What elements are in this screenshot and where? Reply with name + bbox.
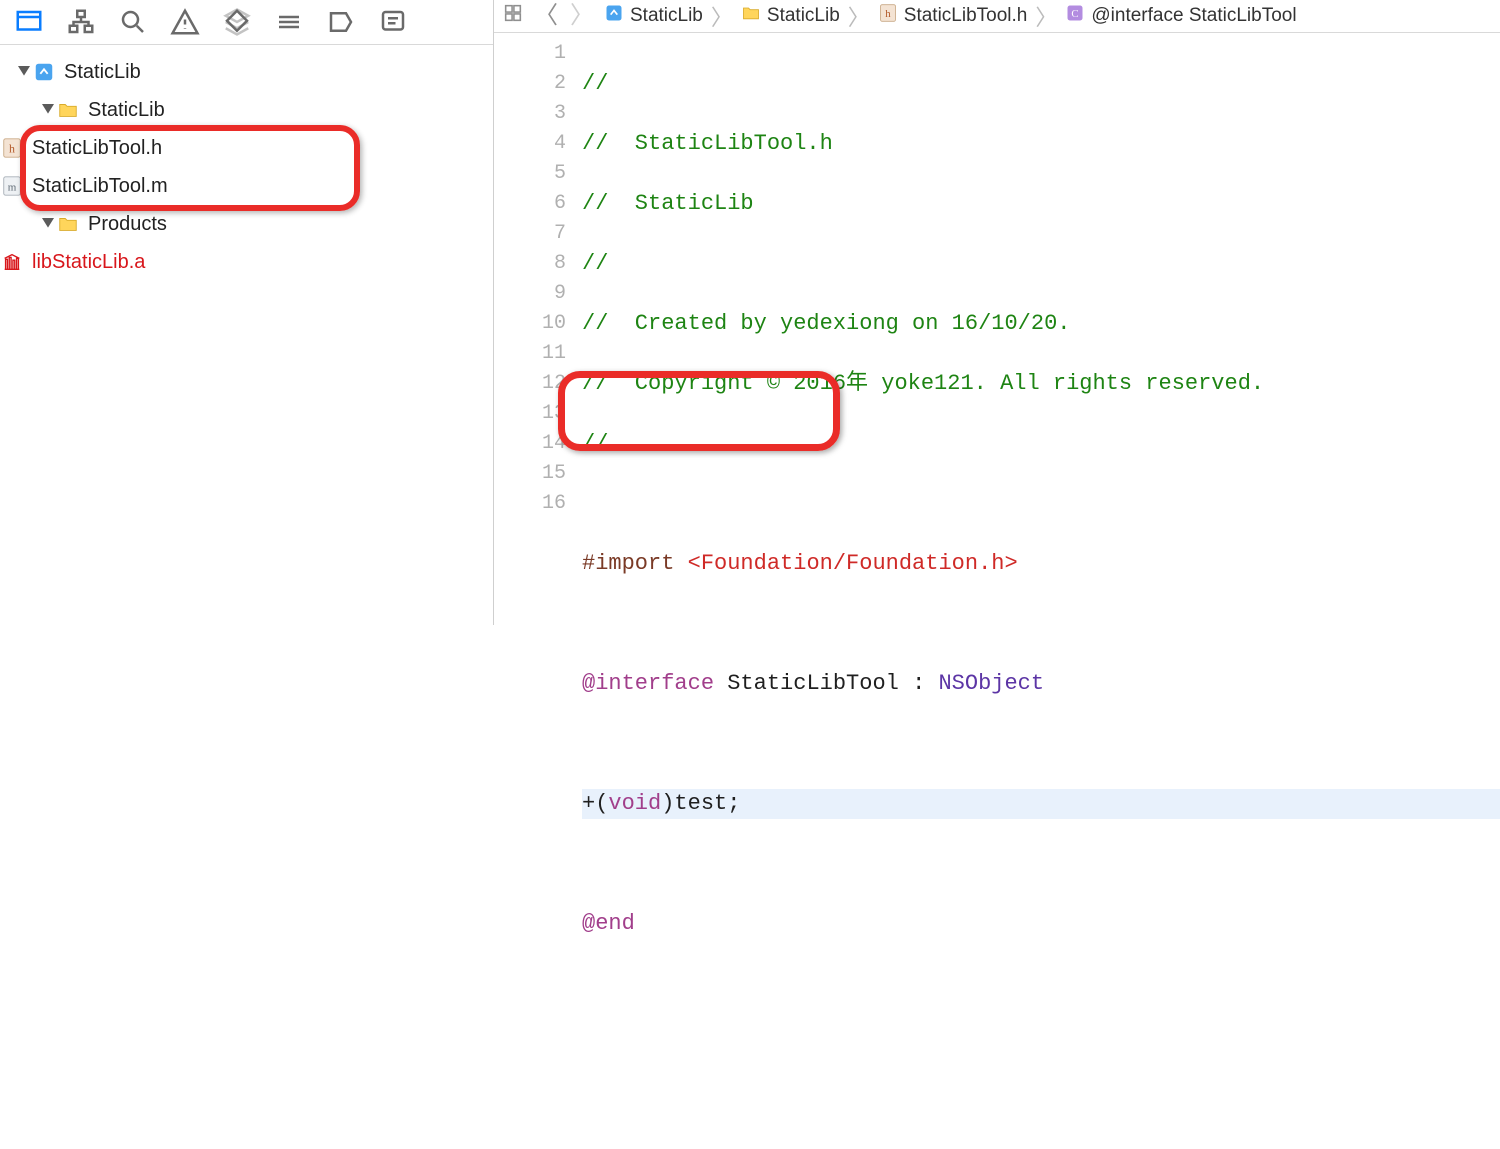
debug-navigator-icon[interactable] [274,7,304,37]
disclosure-icon[interactable] [40,102,56,118]
tree-folder[interactable]: Products [0,205,493,243]
breadcrumb-separator: 〉 [1033,0,1059,32]
related-items-icon[interactable] [502,2,524,30]
breadcrumb-project: StaticLib [630,5,703,27]
code-text: StaticLibTool : [714,671,938,696]
tree-folder[interactable]: StaticLib [0,91,493,129]
project-navigator-icon[interactable] [14,7,44,37]
report-navigator-icon[interactable] [378,7,408,37]
breadcrumb-symbol: @interface StaticLibTool [1091,5,1296,27]
tree-file[interactable]: libStaticLib.a [0,243,493,281]
code-comment: // Created by yedexiong on 16/10/20. [582,311,1070,336]
search-navigator-icon[interactable] [118,7,148,37]
project-icon [604,3,624,29]
code-text: +( [582,791,608,816]
tree-item-label: StaticLibTool.m [32,175,168,198]
code-comment: // StaticLibTool.h [582,131,833,156]
tree-file[interactable]: m StaticLibTool.m [0,167,493,205]
code-comment: // [582,251,608,276]
issue-navigator-icon[interactable] [170,7,200,37]
folder-icon [56,212,80,236]
tree-project-root[interactable]: StaticLib [0,53,493,91]
navigator-tabs [0,0,493,45]
svg-text:m: m [8,182,17,194]
disclosure-icon[interactable] [16,64,32,80]
tree-item-label: StaticLib [88,99,165,122]
code-class: NSObject [938,671,1044,696]
h-file-icon: h [878,3,898,29]
tree-item-label: StaticLibTool.h [32,137,162,160]
code-keyword: @interface [582,671,714,696]
code-comment: // [582,431,608,456]
project-tree: StaticLib StaticLib h StaticLibTool.h [0,45,493,281]
breadcrumb-file: StaticLibTool.h [904,5,1028,27]
folder-icon [56,98,80,122]
line-gutter[interactable]: 12345678 910111213141516 [494,33,576,1149]
code-comment: // Copyright © 2016年 yoke121. All rights… [582,371,1264,396]
disclosure-icon[interactable] [40,216,56,232]
m-file-icon: m [0,174,24,198]
code-keyword: void [608,791,661,816]
hierarchy-navigator-icon[interactable] [66,7,96,37]
code-text: )test; [661,791,740,816]
library-icon [0,250,24,274]
code-editor[interactable]: // // StaticLibTool.h // StaticLib // //… [576,33,1500,1149]
project-icon [32,60,56,84]
code-comment: // StaticLib [582,191,754,216]
folder-icon [741,3,761,29]
class-icon: C [1065,3,1085,29]
breadcrumb-separator: 〉 [846,0,872,32]
test-navigator-icon[interactable] [222,7,252,37]
tree-item-label: StaticLib [64,61,141,84]
breakpoint-navigator-icon[interactable] [326,7,356,37]
breadcrumb[interactable]: StaticLib 〉 StaticLib 〉 h StaticLibTool.… [604,0,1297,32]
code-comment: // [582,71,608,96]
editor-toolbar: 〈 〉 StaticLib 〉 StaticLib 〉 h StaticLibT… [494,0,1500,33]
code-preproc: #import [582,551,688,576]
tree-item-label: Products [88,213,167,236]
code-preproc-arg: <Foundation/Foundation.h> [688,551,1018,576]
svg-text:h: h [9,142,15,156]
code-keyword: @end [582,911,635,936]
svg-text:C: C [1072,8,1079,20]
forward-button[interactable]: 〉 [570,4,594,28]
breadcrumb-folder: StaticLib [767,5,840,27]
tree-file[interactable]: h StaticLibTool.h [0,129,493,167]
back-button[interactable]: 〈 [534,4,558,28]
h-file-icon: h [0,136,24,160]
svg-text:h: h [885,8,891,20]
tree-item-label: libStaticLib.a [32,251,145,274]
breadcrumb-separator: 〉 [709,0,735,32]
